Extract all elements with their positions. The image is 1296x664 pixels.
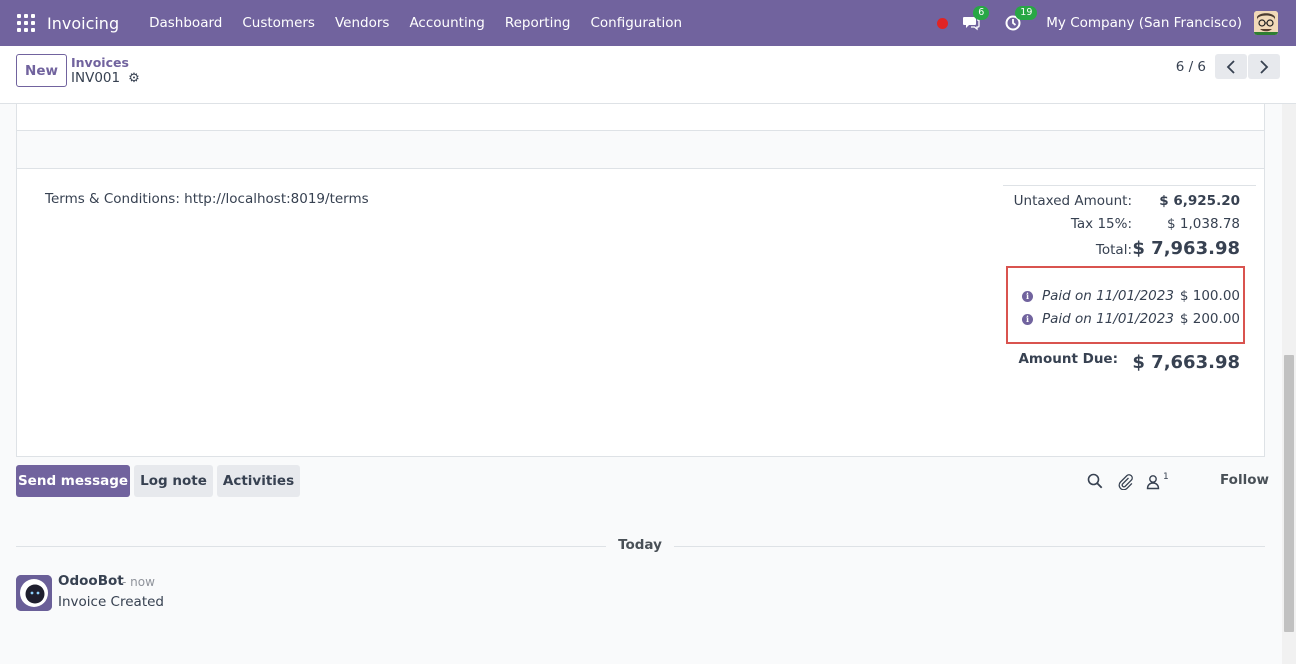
control-panel: New Invoices INV001 ⚙ 6 / 6: [0, 46, 1296, 104]
main-menu: Dashboard Customers Vendors Accounting R…: [139, 0, 692, 46]
odoobot-avatar[interactable]: [16, 575, 52, 611]
info-icon[interactable]: i: [1022, 290, 1033, 302]
payment-amount: $ 100.00: [1179, 288, 1240, 304]
pager-value[interactable]: 6 / 6: [1176, 59, 1206, 75]
messages-badge: 6: [973, 6, 990, 20]
total-label: Total:: [1095, 242, 1132, 258]
record-name: INV001: [71, 70, 121, 86]
breadcrumb-current: INV001 ⚙: [71, 70, 140, 86]
activities-clock-icon[interactable]: 19: [1004, 6, 1038, 32]
pager-next-button[interactable]: [1248, 54, 1280, 79]
invoice-form-sheet: Terms & Conditions: http://localhost:801…: [16, 104, 1265, 457]
payment-label: Paid on 11/01/2023: [1042, 288, 1174, 304]
payment-label: Paid on 11/01/2023: [1042, 311, 1174, 327]
menu-accounting[interactable]: Accounting: [399, 0, 494, 46]
terms-and-conditions[interactable]: Terms & Conditions: http://localhost:801…: [45, 191, 369, 207]
follow-button[interactable]: Follow: [1220, 472, 1269, 488]
menu-reporting[interactable]: Reporting: [495, 0, 581, 46]
message-author[interactable]: OdooBot: [58, 573, 124, 589]
company-switcher[interactable]: My Company (San Francisco): [1046, 15, 1242, 31]
separator-line: [674, 546, 1265, 547]
chevron-right-icon: [1260, 59, 1269, 74]
payment-amount: $ 200.00: [1179, 311, 1240, 327]
total-value: $ 7,963.98: [1132, 238, 1240, 259]
menu-configuration[interactable]: Configuration: [580, 0, 692, 46]
info-icon[interactable]: i: [1022, 313, 1033, 325]
new-button[interactable]: New: [16, 54, 67, 87]
untaxed-amount-value: $ 6,925.20: [1159, 193, 1240, 209]
paperclip-icon[interactable]: [1116, 472, 1134, 491]
amount-due-label: Amount Due:: [1018, 351, 1118, 367]
tax-value: $ 1,038.78: [1167, 216, 1240, 232]
menu-vendors[interactable]: Vendors: [325, 0, 399, 46]
payments-highlight-box: i Paid on 11/01/2023 $ 100.00 i Paid on …: [1006, 266, 1245, 344]
amount-due-value: $ 7,663.98: [1132, 352, 1240, 373]
followers-user-icon[interactable]: [1145, 472, 1163, 490]
send-message-button[interactable]: Send message: [16, 465, 130, 497]
totals-divider: [1003, 185, 1256, 186]
payment-row: i Paid on 11/01/2023 $ 100.00: [1022, 288, 1240, 304]
message-body: Invoice Created: [58, 594, 164, 610]
log-note-button[interactable]: Log note: [134, 465, 213, 497]
message-time: - now: [122, 575, 155, 589]
top-navbar: Invoicing Dashboard Customers Vendors Ac…: [0, 0, 1296, 46]
date-separator: Today: [618, 537, 662, 553]
messages-icon[interactable]: 6: [962, 6, 990, 32]
tax-label: Tax 15%:: [1070, 216, 1132, 232]
followers-count: 1: [1163, 472, 1169, 482]
apps-menu-icon[interactable]: [17, 14, 35, 32]
gear-icon[interactable]: ⚙: [128, 71, 140, 86]
payment-row: i Paid on 11/01/2023 $ 200.00: [1022, 311, 1240, 327]
user-avatar[interactable]: [1254, 11, 1278, 35]
menu-customers[interactable]: Customers: [232, 0, 325, 46]
recording-indicator-icon[interactable]: [937, 17, 949, 29]
menu-dashboard[interactable]: Dashboard: [139, 0, 232, 46]
chevron-left-icon: [1226, 59, 1235, 74]
untaxed-amount-label: Untaxed Amount:: [1013, 193, 1132, 209]
invoice-lines-footer: [17, 131, 1264, 169]
activities-badge: 19: [1015, 6, 1038, 20]
scrollbar-thumb[interactable]: [1284, 355, 1294, 632]
activities-button[interactable]: Activities: [217, 465, 300, 497]
breadcrumb-invoices[interactable]: Invoices: [71, 55, 129, 70]
search-icon[interactable]: [1086, 472, 1104, 490]
pager-previous-button[interactable]: [1215, 54, 1247, 79]
app-name[interactable]: Invoicing: [47, 14, 119, 33]
separator-line: [16, 546, 606, 547]
